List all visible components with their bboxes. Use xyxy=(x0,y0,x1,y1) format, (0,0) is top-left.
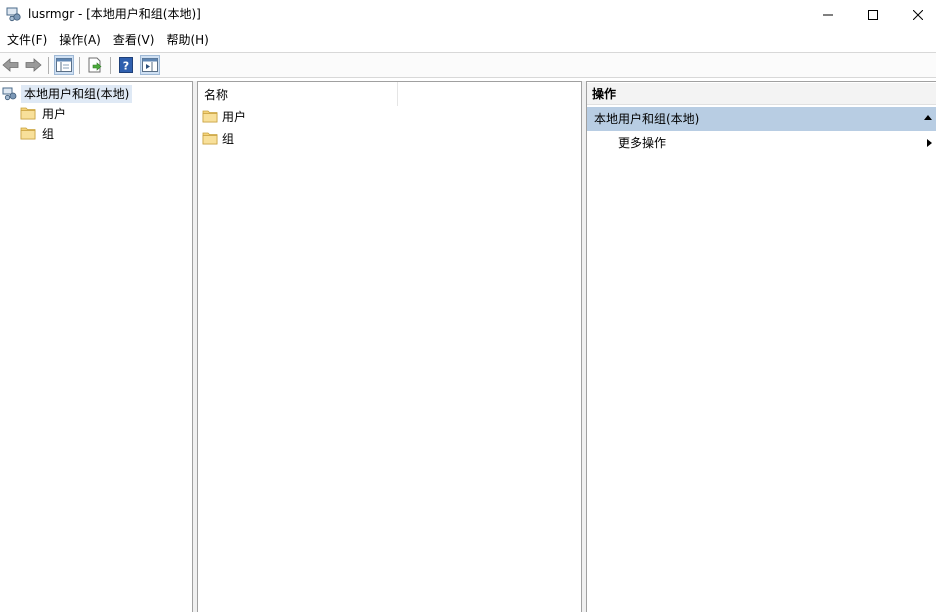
action-pane-title: 操作 xyxy=(592,87,617,101)
show-hide-console-tree-button[interactable] xyxy=(54,55,74,75)
svg-text:?: ? xyxy=(123,60,129,73)
action-pane-header: 操作 xyxy=(587,83,936,105)
action-more-actions[interactable]: 更多操作 xyxy=(587,133,936,153)
toolbar-separator xyxy=(79,57,80,74)
export-list-icon xyxy=(88,57,102,73)
console-tree: 本地用户和组(本地) 用户 组 xyxy=(0,81,193,612)
back-button[interactable] xyxy=(1,55,21,75)
show-hide-console-tree-icon xyxy=(56,58,72,72)
toolbar: ? xyxy=(0,52,936,78)
collapse-up-icon[interactable] xyxy=(924,115,932,120)
toolbar-separator xyxy=(48,57,49,74)
show-hide-action-pane-icon xyxy=(142,58,158,72)
menu-action[interactable]: 操作(A) xyxy=(54,29,106,51)
submenu-arrow-icon xyxy=(927,139,932,147)
column-header-label: 名称 xyxy=(204,88,229,102)
column-header-name[interactable]: 名称 xyxy=(198,82,398,106)
list-item-label: 组 xyxy=(222,132,235,146)
title-bar: lusrmgr - [本地用户和组(本地)] xyxy=(0,0,936,29)
computer-management-icon xyxy=(6,6,22,22)
action-item-label: 更多操作 xyxy=(618,136,667,150)
action-pane: 操作 本地用户和组(本地) 更多操作 xyxy=(586,81,936,612)
export-list-button[interactable] xyxy=(85,55,105,75)
folder-icon xyxy=(202,109,218,126)
list-item-users[interactable]: 用户 xyxy=(202,108,246,126)
tree-item-local-users-groups[interactable]: 本地用户和组(本地) xyxy=(2,85,133,104)
help-icon: ? xyxy=(119,57,133,73)
close-icon xyxy=(913,9,923,20)
folder-icon xyxy=(202,131,218,148)
maximize-icon xyxy=(868,9,878,20)
forward-button[interactable] xyxy=(23,55,43,75)
close-button[interactable] xyxy=(895,0,936,29)
tree-item-label: 本地用户和组(本地) xyxy=(21,85,133,103)
toolbar-separator xyxy=(110,57,111,74)
list-item-label: 用户 xyxy=(222,110,247,124)
tree-item-label: 用户 xyxy=(42,107,67,121)
back-arrow-icon xyxy=(2,58,19,72)
minimize-icon xyxy=(823,14,833,15)
tree-item-label: 组 xyxy=(42,127,55,141)
menu-file[interactable]: 文件(F) xyxy=(2,29,52,51)
action-group-label: 本地用户和组(本地) xyxy=(594,112,700,126)
action-group-local-users-groups[interactable]: 本地用户和组(本地) xyxy=(587,107,936,131)
tree-item-users[interactable]: 用户 xyxy=(20,105,66,123)
menu-help[interactable]: 帮助(H) xyxy=(161,29,213,51)
forward-arrow-icon xyxy=(25,58,42,72)
menu-bar: 文件(F) 操作(A) 查看(V) 帮助(H) xyxy=(0,29,936,51)
folder-icon xyxy=(20,126,36,143)
minimize-button[interactable] xyxy=(805,0,851,29)
main-area: 本地用户和组(本地) 用户 组 名称 用户 组 操作 本地用户和组(本地) 更多… xyxy=(0,81,936,612)
list-item-groups[interactable]: 组 xyxy=(202,130,234,148)
window-title: lusrmgr - [本地用户和组(本地)] xyxy=(28,7,201,21)
maximize-button[interactable] xyxy=(850,0,896,29)
help-button[interactable]: ? xyxy=(116,55,136,75)
results-list: 名称 用户 组 xyxy=(197,81,582,612)
tree-item-groups[interactable]: 组 xyxy=(20,125,54,143)
menu-view[interactable]: 查看(V) xyxy=(108,29,160,51)
local-users-groups-icon xyxy=(2,85,18,104)
folder-icon xyxy=(20,106,36,123)
show-hide-action-pane-button[interactable] xyxy=(140,55,160,75)
